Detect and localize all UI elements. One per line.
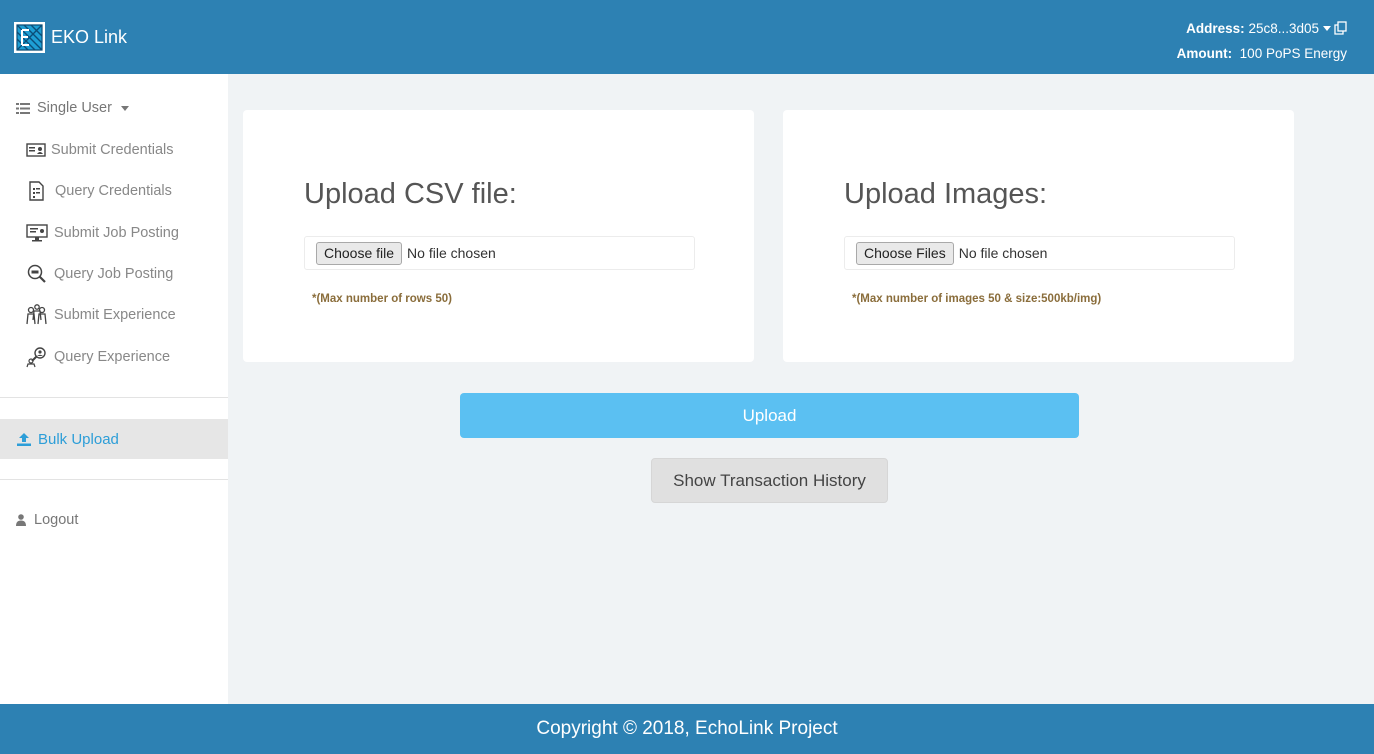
images-card-title: Upload Images:: [844, 178, 1048, 210]
chevron-down-icon[interactable]: [1323, 25, 1331, 31]
id-card-icon: [26, 143, 46, 157]
sidebar-item-label: Query Job Posting: [54, 266, 174, 282]
images-file-status: No file chosen: [958, 245, 1048, 261]
account-info: Address: 25c8...3d05 Amount: 100 PoPS En…: [1177, 16, 1347, 66]
logout-link[interactable]: Logout: [16, 512, 78, 528]
sidebar-item-submit-job-posting[interactable]: Submit Job Posting: [26, 223, 179, 243]
brand-name: EKO Link: [51, 27, 128, 47]
user-icon: [16, 514, 26, 526]
logout-label: Logout: [34, 512, 79, 528]
images-limit-note: *(Max number of images 50 & size:500kb/i…: [852, 293, 1102, 305]
people-icon: [26, 304, 47, 325]
upload-button[interactable]: Upload: [460, 393, 1079, 438]
address-label: Address:: [1186, 21, 1245, 36]
magnifier-icon: [27, 264, 46, 283]
copy-icon[interactable]: [1334, 21, 1347, 36]
csv-upload-card: Upload CSV file: Choose file No file cho…: [243, 110, 754, 362]
list-icon: [16, 102, 30, 114]
eko-logo-icon: [14, 22, 45, 53]
upload-icon: [17, 432, 31, 446]
search-person-icon: [26, 347, 46, 368]
footer: Copyright © 2018, EchoLink Project: [0, 704, 1374, 754]
sidebar-item-bulk-upload[interactable]: Bulk Upload: [0, 419, 228, 459]
address-value: 25c8...3d05: [1248, 21, 1319, 36]
images-upload-card: Upload Images: Choose Files No file chos…: [783, 110, 1294, 362]
images-file-input[interactable]: Choose Files No file chosen: [844, 236, 1235, 270]
sidebar-group-single-user[interactable]: Single User: [16, 100, 129, 116]
document-icon: [29, 181, 44, 201]
address-row[interactable]: Address: 25c8...3d05: [1177, 16, 1347, 41]
copyright-text: Copyright © 2018, EchoLink Project: [536, 718, 838, 739]
chevron-down-icon: [120, 105, 129, 111]
sidebar-item-label: Submit Job Posting: [54, 225, 179, 241]
sidebar-item-query-job-posting[interactable]: Query Job Posting: [26, 264, 173, 284]
sidebar-item-label: Submit Experience: [54, 307, 176, 323]
top-bar: EKO Link Address: 25c8...3d05 Amount: 10…: [0, 0, 1374, 74]
csv-file-status: No file chosen: [407, 245, 496, 261]
amount-label: Amount:: [1176, 46, 1233, 61]
sidebar-item-label: Submit Credentials: [51, 142, 174, 158]
show-transaction-history-button[interactable]: Show Transaction History: [651, 458, 888, 503]
csv-card-title: Upload CSV file:: [304, 178, 517, 210]
sidebar-item-label: Bulk Upload: [38, 430, 119, 448]
images-choose-files-button[interactable]: Choose Files: [856, 241, 954, 265]
csv-choose-file-button[interactable]: Choose file: [316, 241, 403, 265]
monitor-icon: [26, 224, 48, 242]
sidebar-divider: [0, 479, 228, 480]
sidebar-item-query-experience[interactable]: Query Experience: [26, 347, 171, 368]
sidebar-item-submit-credentials[interactable]: Submit Credentials: [26, 140, 174, 160]
csv-limit-note: *(Max number of rows 50): [312, 293, 452, 305]
sidebar-item-query-credentials[interactable]: Query Credentials: [26, 181, 172, 201]
sidebar-divider: [0, 397, 228, 398]
amount-value: 100 PoPS Energy: [1239, 46, 1347, 61]
sidebar: Single User Submit Credentials Query Cre…: [0, 74, 228, 704]
sidebar-item-label: Query Experience: [54, 349, 171, 365]
sidebar-group-label: Single User: [37, 100, 112, 116]
sidebar-item-label: Query Credentials: [55, 183, 172, 199]
brand[interactable]: EKO Link: [14, 22, 127, 53]
csv-file-input[interactable]: Choose file No file chosen: [304, 236, 695, 270]
amount-row: Amount: 100 PoPS Energy: [1177, 41, 1347, 66]
sidebar-item-submit-experience[interactable]: Submit Experience: [26, 304, 176, 325]
